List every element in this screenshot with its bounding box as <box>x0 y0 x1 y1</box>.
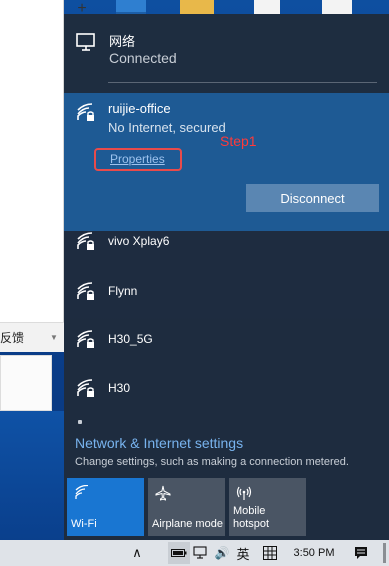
tile-label: Mobile hotspot <box>233 505 270 530</box>
step-annotation: Step1 <box>220 133 257 149</box>
wifi-secured-icon <box>77 232 94 250</box>
network-name: Flynn <box>108 284 138 298</box>
airplane-mode-toggle[interactable]: Airplane mode <box>148 478 225 536</box>
scroll-indicator[interactable] <box>78 420 82 424</box>
wifi-secured-icon <box>77 379 94 397</box>
network-name: vivo Xplay6 <box>108 234 170 248</box>
wifi-icon <box>75 485 89 499</box>
wifi-secured-icon <box>77 330 94 348</box>
connection-status: Connected <box>109 50 177 66</box>
wifi-secured-icon <box>77 103 94 121</box>
divider <box>108 82 377 83</box>
network-name: H30 <box>108 381 131 395</box>
show-hidden-icons-button[interactable]: ∧ <box>128 540 146 566</box>
keyboard-layout-icon[interactable] <box>262 540 278 566</box>
desktop-wallpaper <box>0 411 64 541</box>
network-name: ruijie-office <box>108 101 171 116</box>
network-name: H30_5G <box>108 332 153 346</box>
mobile-hotspot-toggle[interactable]: Mobile hotspot <box>229 478 306 536</box>
tile-label: Wi-Fi <box>71 518 97 530</box>
connection-title: 网络 <box>109 34 136 49</box>
dropdown-caret-icon[interactable]: ▼ <box>50 333 58 342</box>
input-method-indicator[interactable]: 英 <box>234 540 252 566</box>
network-settings-link[interactable]: Network & Internet settings <box>75 435 243 451</box>
properties-link[interactable]: Properties <box>110 152 165 166</box>
network-item[interactable]: vivo Xplay6 <box>64 222 389 266</box>
desktop-icon[interactable] <box>254 0 280 14</box>
battery-icon[interactable] <box>170 540 188 566</box>
connection-header: 网络 Connected <box>76 32 376 76</box>
desktop-icon[interactable] <box>116 0 146 14</box>
network-item[interactable]: Flynn <box>64 272 389 316</box>
folder-icon[interactable] <box>180 0 214 14</box>
clock[interactable]: 3:50 PM <box>290 540 338 566</box>
desktop-icon[interactable] <box>322 0 352 14</box>
taskbar: ∧ 🔊 英 3:50 PM <box>0 540 389 566</box>
network-status: No Internet, secured <box>108 120 226 135</box>
hotspot-icon <box>236 486 252 500</box>
disconnect-button[interactable]: Disconnect <box>246 184 379 212</box>
wifi-toggle[interactable]: Wi-Fi <box>67 478 144 536</box>
network-item[interactable]: H30_5G <box>64 320 389 364</box>
network-settings-description: Change settings, such as making a connec… <box>75 456 349 468</box>
tile-label: Airplane mode <box>152 518 223 530</box>
feedback-label[interactable]: 反馈 <box>0 329 24 346</box>
network-tray-icon[interactable] <box>192 540 210 566</box>
network-flyout: 网络 Connected ruijie-office No Internet, … <box>64 14 389 540</box>
wifi-secured-icon <box>77 282 94 300</box>
network-item-active[interactable]: ruijie-office No Internet, secured Step1… <box>64 93 389 231</box>
show-desktop-button[interactable] <box>383 543 386 563</box>
background-window <box>0 0 64 352</box>
network-item[interactable]: H30 <box>64 369 389 413</box>
background-document <box>0 355 52 411</box>
volume-icon[interactable]: 🔊 <box>213 540 231 566</box>
airplane-icon <box>155 485 171 501</box>
computer-icon <box>76 33 95 51</box>
action-center-icon[interactable] <box>352 540 370 566</box>
